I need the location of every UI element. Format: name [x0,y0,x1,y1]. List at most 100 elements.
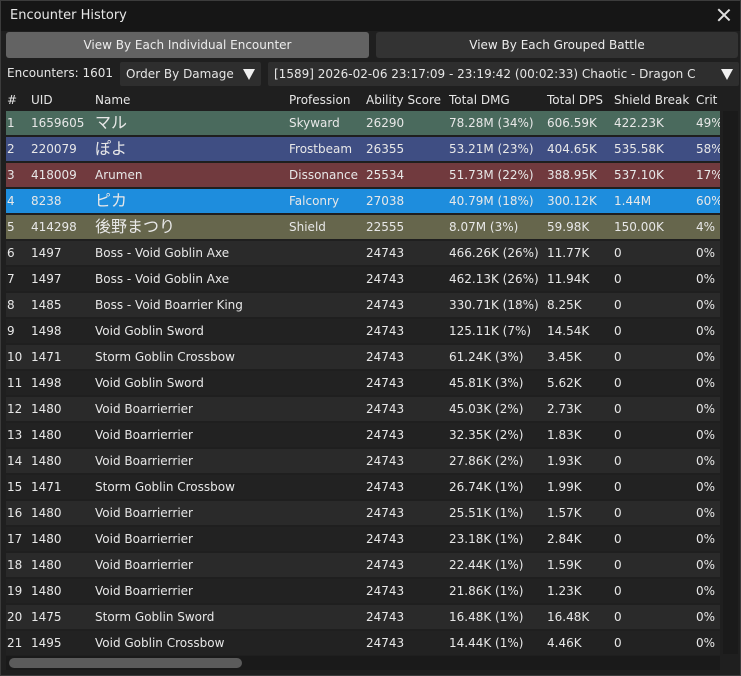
cell-ability-score: 24743 [366,454,405,468]
table-row[interactable]: 20 1475 Storm Goblin Sword 24743 16.48K (1%)… [6,605,720,629]
horizontal-scrollbar[interactable] [6,656,720,670]
table-row[interactable]: 10 1471 Storm Goblin Crossbow 24743 61.24K (… [6,345,720,369]
vertical-scrollbar[interactable] [723,111,738,654]
cell-ability-score: 26355 [366,142,405,156]
cell-name: Storm Goblin Crossbow [95,480,235,494]
cell-name: Boss - Void Goblin Axe [95,272,230,286]
horizontal-scrollbar-thumb[interactable] [9,658,242,668]
cell-shield-break: 1.44M [614,194,652,208]
col-header-shield-break[interactable]: Shield Break [614,93,689,107]
table-row[interactable]: 17 1480 Void Boarrierrier 24743 23.18K (1%) 2… [6,527,720,551]
table-row[interactable]: 21 1495 Void Goblin Crossbow 24743 14.44K (1… [6,631,720,655]
cell-num: 18 [7,558,23,572]
cell-total-dmg: 8.07M (3%) [449,220,519,234]
cell-total-dps: 1.57K [547,506,582,520]
cell-crit: 0% [696,506,716,520]
cell-total-dmg: 125.11K (7%) [449,324,532,338]
cell-name: Boss - Void Goblin Axe [95,246,230,260]
cell-num: 6 [7,246,15,260]
col-header-total-dmg[interactable]: Total DMG [449,93,510,107]
cell-profession: Frostbeam [289,142,353,156]
col-header-total-dps[interactable]: Total DPS [547,93,603,107]
cell-ability-score: 24743 [366,428,405,442]
col-header-profession[interactable]: Profession [289,93,350,107]
cell-crit: 0% [696,246,716,260]
cell-total-dmg: 16.48K (1%) [449,610,524,624]
cell-ability-score: 24743 [366,636,405,650]
cell-num: 5 [7,220,15,234]
view-individual-encounter-button[interactable]: View By Each Individual Encounter [6,32,369,58]
cell-num: 9 [7,324,15,338]
cell-num: 11 [7,376,23,390]
table-row[interactable]: 18 1480 Void Boarrierrier 24743 22.44K (1%) 1… [6,553,720,577]
col-header-num[interactable]: # [7,93,17,107]
cell-ability-score: 24743 [366,246,405,260]
table-row[interactable]: 13 1480 Void Boarrierrier 24743 32.35K (2%) 1… [6,423,720,447]
cell-profession: Skyward [289,116,340,130]
cell-total-dmg: 51.73M (22%) [449,168,534,182]
cell-total-dps: 14.54K [547,324,590,338]
col-header-uid[interactable]: UID [31,93,53,107]
cell-total-dps: 388.95K [547,168,597,182]
table-row[interactable]: 9 1498 Void Goblin Sword 24743 125.11K (7%) 1… [6,319,720,343]
cell-total-dps: 59.98K [547,220,590,234]
cell-shield-break: 0 [614,610,622,624]
table-row[interactable]: 1 1659605 マル Skyward 26290 78.28M (34%) 606.59… [6,111,720,135]
cell-total-dmg: 14.44K (1%) [449,636,524,650]
table-row[interactable]: 6 1497 Boss - Void Goblin Axe 24743 466.26K … [6,241,720,265]
cell-num: 15 [7,480,23,494]
table-row[interactable]: 12 1480 Void Boarrierrier 24743 45.03K (2%) 2… [6,397,720,421]
cell-shield-break: 0 [614,480,622,494]
table-row[interactable]: 11 1498 Void Goblin Sword 24743 45.81K (3%) 5… [6,371,720,395]
controls-row: Encounters: 1601 Order By Damage [1589] … [1,62,741,86]
cell-num: 4 [7,194,15,208]
cell-uid: 1497 [31,272,62,286]
cell-name: Boss - Void Boarrier King [95,298,243,312]
table-row[interactable]: 7 1497 Boss - Void Goblin Axe 24743 462.13K … [6,267,720,291]
cell-total-dps: 4.46K [547,636,582,650]
cell-uid: 1475 [31,610,62,624]
view-grouped-battle-button[interactable]: View By Each Grouped Battle [376,32,738,58]
title-bar[interactable]: Encounter History [1,1,740,31]
table-row[interactable]: 15 1471 Storm Goblin Crossbow 24743 26.74K (… [6,475,720,499]
cell-uid: 1471 [31,480,62,494]
cell-uid: 1495 [31,636,62,650]
cell-ability-score: 24743 [366,506,405,520]
cell-total-dmg: 25.51K (1%) [449,506,524,520]
table-row[interactable]: 3 418009 Arumen Dissonance 25534 51.73M (22%)… [6,163,720,187]
cell-crit: 0% [696,298,716,312]
order-by-dropdown[interactable]: Order By Damage [120,62,261,86]
window-title: Encounter History [10,8,127,23]
cell-num: 7 [7,272,15,286]
cell-name: Storm Goblin Sword [95,610,215,624]
table-row[interactable]: 14 1480 Void Boarrierrier 24743 27.86K (2%) 1… [6,449,720,473]
col-header-ability-score[interactable]: Ability Score [366,93,441,107]
table-row[interactable]: 19 1480 Void Boarrierrier 24743 21.86K (1%) 1… [6,579,720,603]
cell-name: Void Goblin Crossbow [95,636,225,650]
cell-ability-score: 24743 [366,402,405,416]
order-by-value: Order By Damage [126,67,234,81]
cell-name: Void Boarrierrier [95,506,193,520]
table-row[interactable]: 2 220079 ぽよ Frostbeam 26355 53.21M (23%) 404.6… [6,137,720,161]
cell-total-dps: 16.48K [547,610,590,624]
cell-name: 後野まつり [95,217,176,236]
table-header: # UID Name Profession Ability Score Tota… [1,89,741,111]
cell-uid: 1480 [31,532,62,546]
table-row[interactable]: 4 8238 ピカ Falconry 27038 40.79M (18%) 300.12K 1… [6,189,720,213]
cell-crit: 0% [696,272,716,286]
table-row[interactable]: 8 1485 Boss - Void Boarrier King 24743 330.7… [6,293,720,317]
cell-total-dps: 1.59K [547,558,582,572]
col-header-name[interactable]: Name [95,93,130,107]
encounter-select-dropdown[interactable]: [1589] 2026-02-06 23:17:09 - 23:19:42 (0… [268,62,739,86]
table-row[interactable]: 5 414298 後野まつり Shield 22555 8.07M (3%) 59.98K 1… [6,215,720,239]
cell-crit: 4% [696,220,716,234]
cell-num: 3 [7,168,15,182]
close-icon[interactable] [715,6,733,24]
cell-profession: Dissonance [289,168,358,182]
col-header-crit[interactable]: Crit [696,93,717,107]
cell-ability-score: 26290 [366,116,405,130]
cell-uid: 414298 [31,220,77,234]
cell-total-dmg: 26.74K (1%) [449,480,524,494]
cell-uid: 1485 [31,298,62,312]
table-row[interactable]: 16 1480 Void Boarrierrier 24743 25.51K (1%) 1… [6,501,720,525]
